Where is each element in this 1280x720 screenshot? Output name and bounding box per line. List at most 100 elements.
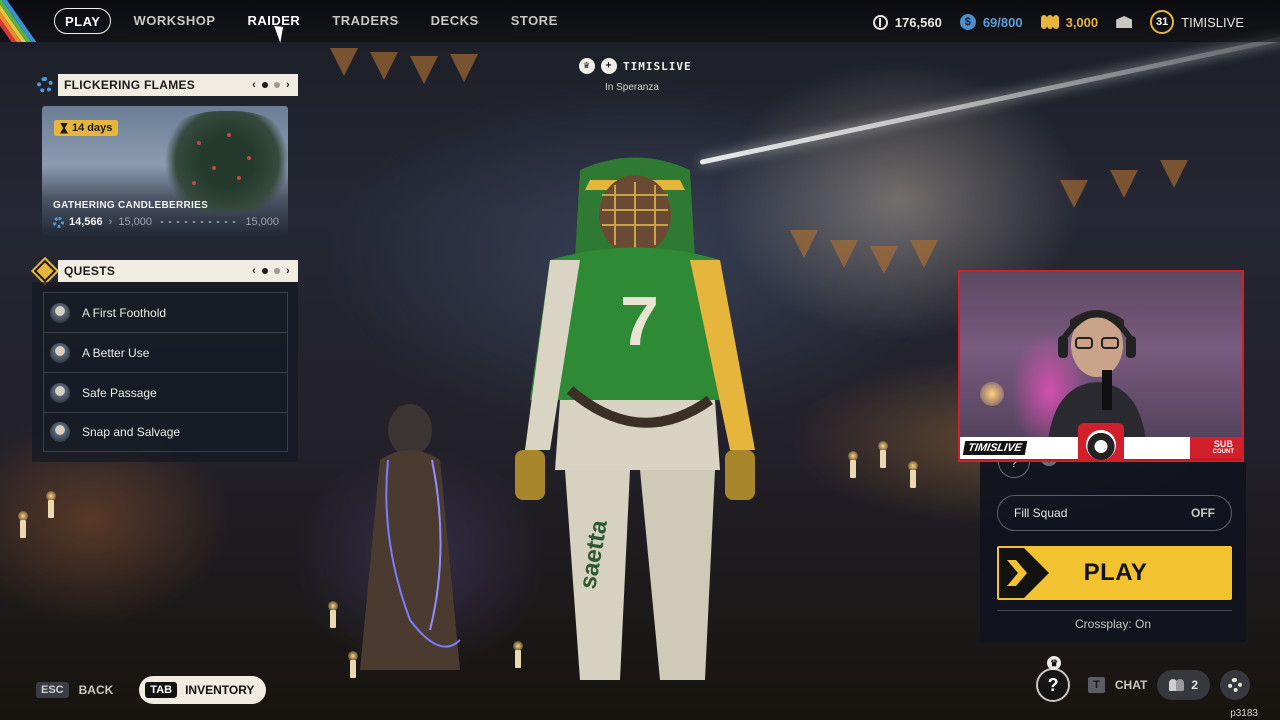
- fill-squad-toggle[interactable]: Fill Squad OFF: [997, 495, 1232, 531]
- bunting-flag: [1160, 160, 1188, 188]
- help-button[interactable]: ♛ ?: [1036, 656, 1071, 702]
- coins-icon: [1040, 15, 1059, 29]
- quest-item[interactable]: Safe Passage: [43, 372, 288, 412]
- tokens-display[interactable]: $ 69/800: [959, 14, 1023, 30]
- event-card-title: GATHERING CANDLEBERRIES: [53, 200, 209, 211]
- quest-item[interactable]: A Better Use: [43, 332, 288, 372]
- bunting-flag: [450, 54, 478, 82]
- bunting-flag: [830, 240, 858, 268]
- squad-button[interactable]: 2: [1157, 670, 1210, 700]
- candle: [18, 511, 28, 538]
- bunting-flag: [370, 52, 398, 80]
- bunting-flag: [1060, 180, 1088, 208]
- event-timer: 14 days: [72, 122, 113, 134]
- people-icon: [1169, 679, 1185, 691]
- quest-item[interactable]: A First Foothold: [43, 292, 288, 332]
- candle: [348, 651, 358, 678]
- quest-label: A Better Use: [82, 345, 150, 360]
- level-badge: 31: [1150, 10, 1175, 34]
- settings-button[interactable]: [1220, 670, 1250, 700]
- event-header: FLICKERING FLAMES ‹ ›: [58, 74, 298, 96]
- hourglass-icon: [60, 122, 68, 134]
- stream-bulldog-logo-icon: [1078, 423, 1124, 460]
- mail-icon: [1116, 16, 1133, 28]
- progress-track: [157, 221, 240, 223]
- mail-button[interactable]: [1116, 16, 1133, 28]
- raider-character: 7 saetta: [515, 157, 755, 680]
- quest-giver-avatar: [50, 422, 70, 442]
- event-timer-badge: 14 days: [54, 120, 119, 136]
- nav-tab-traders[interactable]: TRADERS: [316, 8, 414, 34]
- bunting-flag: [1110, 170, 1138, 198]
- bunting-flag: [910, 240, 938, 268]
- credits-display[interactable]: 176,560: [872, 14, 942, 30]
- crossplay-status: Crossplay: On: [1074, 617, 1152, 631]
- bunting-flag: [870, 246, 898, 274]
- quests-panel: A First Foothold A Better Use Safe Passa…: [32, 282, 298, 462]
- candle: [878, 441, 888, 468]
- inventory-button[interactable]: TAB INVENTORY: [139, 676, 267, 704]
- play-button[interactable]: PLAY: [997, 546, 1232, 600]
- webcam-lamp: [980, 382, 1004, 406]
- candle: [46, 491, 56, 518]
- tokens-value: 69/800: [982, 14, 1023, 30]
- quest-label: A First Foothold: [82, 305, 167, 320]
- quest-giver-avatar: [50, 382, 70, 403]
- pager-dot: [274, 82, 281, 88]
- sub-count-badge: SUB COUNT: [1208, 438, 1238, 458]
- quest-label: Snap and Salvage: [82, 425, 181, 439]
- stream-name-tag: TIMISLIVE: [962, 441, 1028, 455]
- quests-title: QUESTS: [64, 264, 116, 278]
- brand-stripes: [0, 0, 44, 42]
- bunting-flag: [410, 56, 438, 84]
- candle: [908, 461, 918, 488]
- quest-giver-avatar: [50, 342, 70, 363]
- add-friend-icon[interactable]: +: [601, 58, 617, 74]
- quests-pager: ‹ ›: [252, 260, 290, 282]
- chat-button[interactable]: CHAT: [1115, 678, 1147, 692]
- profile-button[interactable]: 31 TIMISLIVE: [1150, 10, 1244, 34]
- nav-tab-decks[interactable]: DECKS: [415, 8, 495, 34]
- quest-item[interactable]: Snap and Salvage: [43, 412, 288, 452]
- coins-value: 3,000: [1065, 14, 1099, 30]
- event-title: FLICKERING FLAMES: [64, 78, 196, 92]
- event-card[interactable]: 14 days GATHERING CANDLEBERRIES 14,566 ›…: [42, 106, 288, 238]
- fill-squad-value: OFF: [1191, 506, 1215, 520]
- play-button-label: PLAY: [1083, 559, 1148, 586]
- quests-next-arrow[interactable]: ›: [286, 265, 290, 277]
- quests-diamond-icon: [30, 256, 60, 286]
- quest-giver-avatar: [50, 302, 70, 323]
- event-pager: ‹ ›: [252, 74, 290, 96]
- gear-icon: [53, 216, 64, 228]
- event-progress: 14,566 › 15,000 15,000: [53, 216, 279, 228]
- fill-squad-label: Fill Squad: [1014, 506, 1068, 520]
- credits-value: 176,560: [894, 14, 942, 30]
- event-next-arrow[interactable]: ›: [286, 79, 290, 91]
- progress-current: 14,566: [69, 216, 103, 228]
- bottom-right-controls: ♛ ? T CHAT 2: [1036, 656, 1250, 702]
- progress-max: 15,000: [245, 216, 279, 228]
- sub-count-line2: COUNT: [1212, 449, 1234, 455]
- player-tag: ♛ + TIMISLIVE: [579, 58, 692, 74]
- webcam-overlay: TIMISLIVE SUB COUNT: [958, 270, 1244, 462]
- nav-tab-raider[interactable]: RAIDER: [231, 8, 316, 34]
- event-prev-arrow[interactable]: ‹: [252, 79, 256, 91]
- profile-username: TIMISLIVE: [1181, 14, 1244, 30]
- quests-prev-arrow[interactable]: ‹: [252, 265, 256, 277]
- credits-icon: [872, 14, 888, 30]
- nav-tab-play[interactable]: PLAY: [54, 8, 112, 34]
- build-id: p3183: [1230, 708, 1258, 719]
- pager-dot-active: [262, 82, 269, 88]
- back-button[interactable]: BACK: [79, 683, 114, 697]
- token-icon: $: [959, 14, 976, 30]
- nav-tab-store[interactable]: STORE: [495, 8, 574, 34]
- bunting-flag: [790, 230, 818, 258]
- candle: [328, 601, 338, 628]
- quests-header: QUESTS ‹ ›: [58, 260, 298, 282]
- nav-tab-workshop[interactable]: WORKSHOP: [117, 8, 231, 34]
- divider: [997, 610, 1232, 611]
- light-streak: [699, 35, 1280, 165]
- statue-figure: [360, 404, 461, 670]
- play-chevron-icon: [999, 548, 1049, 598]
- coins-display[interactable]: 3,000: [1040, 14, 1099, 30]
